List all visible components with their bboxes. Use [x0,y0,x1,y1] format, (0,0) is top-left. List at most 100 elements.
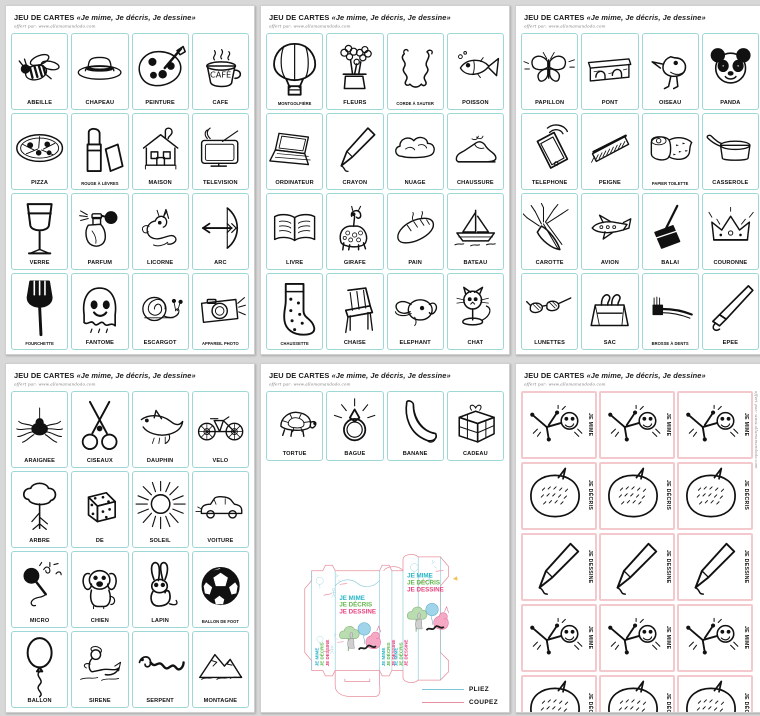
picture-card[interactable]: BAGUE [326,390,384,461]
picture-card-label: SAC [603,340,616,346]
picture-card[interactable]: BALAI [641,192,699,270]
picture-card[interactable]: PAPILLON [521,32,579,110]
picture-card[interactable]: ARAIGNÉE [11,390,69,468]
action-card[interactable]: JE MIME [599,603,675,672]
picture-card[interactable]: CHIEN [71,550,129,628]
picture-card[interactable]: MAISON [131,112,189,190]
stick-figure-icon [680,607,742,669]
action-card[interactable]: JE DESSINE [521,532,597,601]
picture-card[interactable]: PEIGNE [581,112,639,190]
picture-card[interactable]: ESCARGOT [131,272,189,350]
picture-card[interactable]: LICORNE [131,192,189,270]
picture-card[interactable]: PAPIER TOILETTE [641,112,699,190]
picture-card[interactable]: SERPENT [131,630,189,708]
picture-card[interactable]: NUAGE [386,112,444,190]
picture-card[interactable]: BATEAU [446,192,504,270]
picture-card[interactable]: CHAUSSURE [446,112,504,190]
picture-card[interactable]: VERRE [11,192,69,270]
page-title: JEU DE CARTES «Je mime, Je décris, Je de… [269,13,502,22]
picture-card-label: CHAT [467,340,484,346]
picture-card[interactable]: SOLEIL [131,470,189,548]
picture-card[interactable]: PARFUM [71,192,129,270]
picture-card[interactable]: CORDE À SAUTER [386,32,444,110]
picture-card[interactable]: TÉLÉVISION [191,112,249,190]
picture-card[interactable]: TORTUE [266,390,324,461]
picture-card[interactable]: BALLON [11,630,69,708]
action-card[interactable]: JE DÉCRIS [521,461,597,530]
picture-card[interactable]: TÉLÉPHONE [521,112,579,190]
action-card[interactable]: JE MIME [599,390,675,459]
picture-card[interactable]: BANANE [386,390,444,461]
picture-card[interactable]: MICRO [11,550,69,628]
picture-card[interactable]: LUNETTES [521,272,579,350]
picture-card[interactable]: MONTAGNE [191,630,249,708]
picture-card[interactable]: ABEILLE [11,32,69,110]
picture-card[interactable]: CADEAU [446,390,504,461]
picture-card-label: CAFÉ [212,99,229,106]
picture-card-label: SOLEIL [149,537,171,544]
action-card[interactable]: JE DESSINE [599,532,675,601]
action-card[interactable]: JE MIME [677,603,753,672]
picture-card[interactable]: VÉLO [191,390,249,468]
action-card[interactable]: JE DÉCRIS [677,461,753,530]
action-card[interactable]: JE DÉCRIS [599,674,675,712]
picture-card[interactable]: OISEAU [641,32,699,110]
action-card[interactable]: JE MIME [677,390,753,459]
picture-card[interactable]: BALLON DE FOOT [191,550,249,628]
picture-card[interactable]: PAIN [386,192,444,270]
picture-card[interactable]: CAROTTE [521,192,579,270]
action-card[interactable]: JE DÉCRIS [521,674,597,712]
picture-card[interactable]: CHAT [446,272,504,350]
picture-card[interactable]: SAC [581,272,639,350]
picture-card[interactable]: ARC [191,192,249,270]
picture-card[interactable]: DÉ [71,470,129,548]
picture-card[interactable]: AVION [581,192,639,270]
picture-card-grid: ARAIGNÉE CISEAUX DAUPHIN VÉLO ARBRE DÉ S… [11,390,249,708]
action-card[interactable]: JE MIME [521,603,597,672]
open-book-icon [268,196,321,260]
picture-card[interactable]: MONTGOLFIÈRE [266,32,324,110]
action-card[interactable]: JE DÉCRIS [599,461,675,530]
picture-card[interactable]: COURONNE [701,192,759,270]
crown-icon [704,196,757,260]
page-title-quoted: «Je mime, Je décris, Je dessine» [586,13,706,22]
stick-figure-icon [680,394,742,456]
picture-card[interactable]: VOITURE [191,470,249,548]
action-card[interactable]: JE DÉCRIS [677,674,753,712]
page-title-prefix: JEU DE CARTES [269,13,330,22]
picture-card[interactable]: ARBRE [11,470,69,548]
picture-card[interactable]: FLEURS [326,32,384,110]
picture-card[interactable]: BROSSE À DENTS [641,272,699,350]
picture-card[interactable]: CHAISE [326,272,384,350]
picture-card[interactable]: PIZZA [11,112,69,190]
page-title: JEU DE CARTES «Je mime, Je décris, Je de… [14,13,247,22]
picture-card[interactable]: PANDA [701,32,759,110]
picture-card[interactable]: GIRAFE [326,192,384,270]
picture-card[interactable]: ÉLÉPHANT [386,272,444,350]
picture-card[interactable]: CASSEROLE [701,112,759,190]
picture-card[interactable]: ÉPÉE [701,272,759,350]
picture-card[interactable]: SIRÈNE [71,630,129,708]
picture-card[interactable]: ORDINATEUR [266,112,324,190]
picture-card[interactable]: FOURCHETTE [11,272,69,350]
picture-card[interactable]: LIVRE [266,192,324,270]
picture-card[interactable]: CHAUSSETTE [266,272,324,350]
picture-card[interactable]: CHAPEAU [71,32,129,110]
picture-card[interactable]: APPAREIL PHOTO [191,272,249,350]
action-card[interactable]: JE MIME [521,390,597,459]
picture-card[interactable]: DAUPHIN [131,390,189,468]
picture-card[interactable]: PEINTURE [131,32,189,110]
page-4: JEU DE CARTES «Je mime, Je décris, Je de… [5,363,255,713]
picture-card[interactable]: CRAYON [326,112,384,190]
page-credit: offert par: www.allomamandodo.com [269,23,351,29]
page-title-quoted: «Je mime, Je décris, Je dessine» [331,13,451,22]
picture-card[interactable]: LAPIN [131,550,189,628]
page-header: JEU DE CARTES «Je mime, Je décris, Je de… [521,370,759,387]
picture-card[interactable]: FANTOME [71,272,129,350]
picture-card[interactable]: CISEAUX [71,390,129,468]
picture-card[interactable]: CAFÉ CAFÉ [191,32,249,110]
picture-card[interactable]: POISSON [446,32,504,110]
picture-card[interactable]: ROUGE À LÈVRES [71,112,129,190]
action-card[interactable]: JE DESSINE [677,532,753,601]
picture-card[interactable]: PONT [581,32,639,110]
